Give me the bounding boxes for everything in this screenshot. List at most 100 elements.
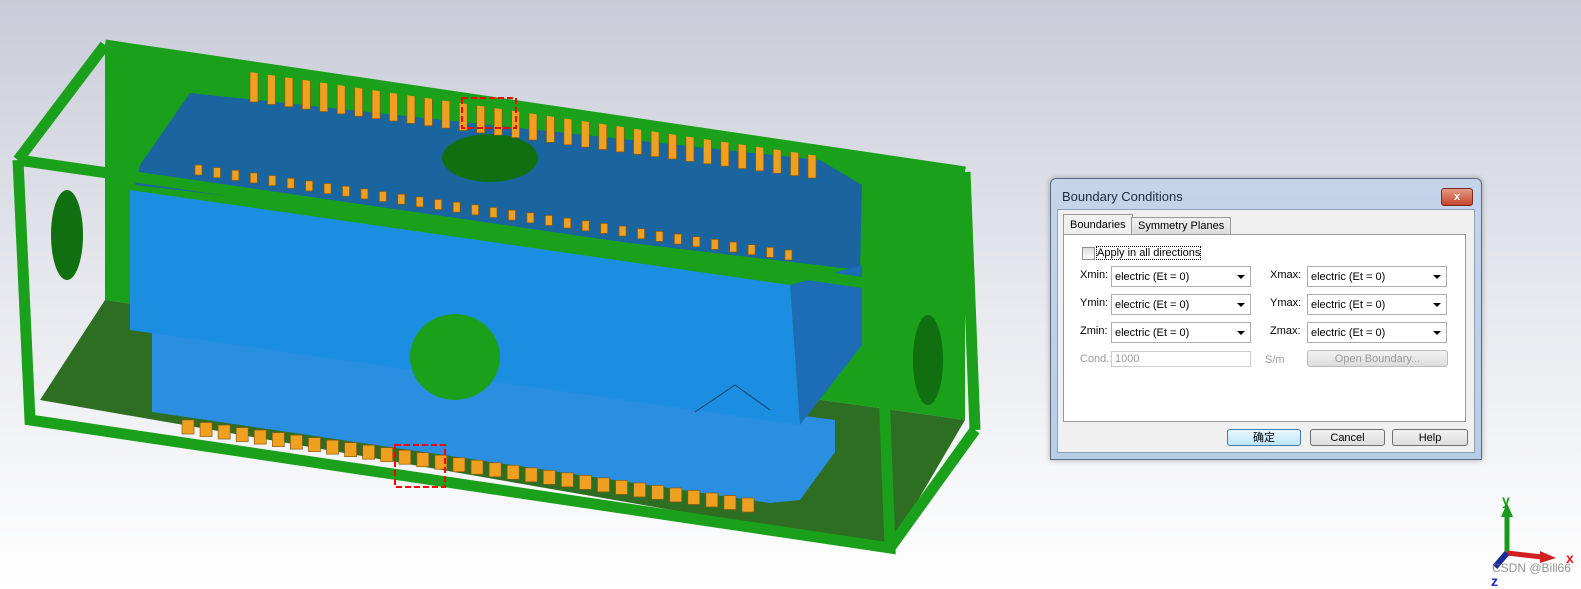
cond-input[interactable]: 1000 — [1111, 351, 1251, 367]
connector-pin — [615, 480, 628, 495]
port-front — [410, 314, 500, 400]
connector-pin — [235, 427, 249, 442]
connector-pin — [687, 490, 701, 505]
ymax-select[interactable]: electric (Et = 0) — [1307, 294, 1447, 315]
connector-pin — [305, 180, 313, 192]
connector-pin — [458, 100, 468, 131]
connector-pin — [655, 231, 664, 242]
chevron-down-icon — [1237, 331, 1245, 335]
connector-pin — [600, 223, 608, 234]
connector-pin — [181, 419, 195, 435]
ymin-label: Ymin: — [1080, 297, 1109, 309]
connector-pin — [217, 424, 231, 440]
connector-pin — [526, 212, 535, 224]
connector-pin — [747, 244, 756, 256]
connector-pin — [784, 249, 793, 261]
connector-pin — [633, 482, 646, 498]
zmax-select[interactable]: electric (Et = 0) — [1307, 322, 1447, 343]
zmin-value: electric (Et = 0) — [1115, 327, 1190, 339]
xmin-select[interactable]: electric (Et = 0) — [1111, 266, 1251, 287]
connector-pin — [253, 429, 267, 445]
chevron-down-icon — [1237, 303, 1245, 307]
apply-all-label[interactable]: Apply in all directions — [1096, 246, 1202, 260]
connector-pin — [301, 78, 311, 110]
ymax-value: electric (Et = 0) — [1311, 299, 1386, 311]
chevron-down-icon — [1433, 303, 1441, 307]
connector-pin — [741, 497, 755, 513]
connector-pin — [360, 188, 369, 200]
connector-pin — [471, 204, 479, 216]
port-top — [442, 134, 538, 182]
cancel-button[interactable]: Cancel — [1310, 429, 1385, 446]
connector-pin — [637, 228, 645, 240]
axis-z-label: z — [1491, 573, 1498, 589]
xmin-value: electric (Et = 0) — [1115, 271, 1190, 283]
connector-pin — [618, 225, 627, 237]
open-boundary-button[interactable]: Open Boundary... — [1307, 350, 1448, 367]
connector-pin — [354, 85, 363, 117]
connector-pin — [342, 185, 350, 197]
connector-pin — [506, 464, 520, 480]
connector-pin — [199, 422, 213, 437]
connector-pin — [389, 90, 398, 122]
dialog-title: Boundary Conditions — [1062, 189, 1183, 204]
connector-pin — [249, 172, 258, 184]
connector-pin — [528, 109, 538, 141]
connector-pin — [290, 434, 303, 450]
connector-pin — [406, 93, 416, 124]
connector-pin — [336, 83, 346, 115]
connector-pin — [267, 74, 276, 105]
connector-pin — [362, 444, 375, 460]
cond-label: Cond.: — [1080, 353, 1113, 365]
ymin-select[interactable]: electric (Et = 0) — [1111, 294, 1251, 315]
connector-pin — [231, 169, 240, 181]
connector-pin — [434, 199, 443, 210]
port-right — [913, 315, 943, 405]
connector-pin — [452, 201, 461, 213]
connector-pin — [524, 467, 538, 483]
connector-pin — [398, 449, 412, 465]
xmax-label: Xmax: — [1270, 269, 1302, 281]
connector-pin — [597, 477, 610, 493]
help-button[interactable]: Help — [1392, 429, 1468, 446]
tab-symmetry-planes[interactable]: Symmetry Planes — [1131, 217, 1232, 235]
axis-y-label: y — [1502, 492, 1510, 508]
connector-pin — [323, 183, 332, 194]
tab-boundaries[interactable]: Boundaries — [1063, 214, 1133, 235]
xmax-value: electric (Et = 0) — [1311, 271, 1386, 283]
connector-pin — [326, 439, 339, 455]
connector-pin — [489, 207, 498, 218]
connector-pin — [441, 97, 451, 129]
connector-pin — [424, 95, 433, 127]
zmin-select[interactable]: electric (Et = 0) — [1111, 322, 1251, 343]
connector-pin — [729, 241, 738, 253]
chevron-down-icon — [1237, 275, 1245, 279]
connector-pin — [249, 71, 259, 103]
connector-pin — [674, 233, 682, 245]
chevron-down-icon — [1433, 331, 1441, 335]
connector-pin — [692, 236, 701, 248]
connector-pin — [710, 239, 719, 250]
connector-pin — [415, 196, 424, 208]
connector-pin — [493, 104, 503, 136]
connector-pin — [416, 452, 430, 468]
connector-pin — [544, 215, 553, 226]
cond-unit: S/m — [1265, 354, 1285, 366]
apply-all-checkbox[interactable] — [1082, 247, 1095, 260]
connector-pin — [579, 475, 592, 490]
xmax-select[interactable]: electric (Et = 0) — [1307, 266, 1447, 287]
ymax-label: Ymax: — [1270, 297, 1302, 309]
connector-pin — [213, 167, 221, 179]
connector-pin — [723, 495, 737, 510]
zmin-label: Zmin: — [1080, 325, 1108, 337]
close-button[interactable]: x — [1441, 188, 1473, 206]
connector-pin — [581, 220, 590, 232]
zmax-label: Zmax: — [1270, 325, 1301, 337]
connector-pin — [705, 492, 719, 508]
connector-pin — [286, 177, 295, 189]
connector-pin — [284, 76, 294, 108]
boundary-conditions-dialog: Boundary Conditions x Boundaries Symmetr… — [1050, 178, 1482, 460]
connector-pin — [319, 81, 329, 112]
connector-pin — [542, 469, 556, 485]
ok-button[interactable]: 确定 — [1227, 429, 1301, 446]
